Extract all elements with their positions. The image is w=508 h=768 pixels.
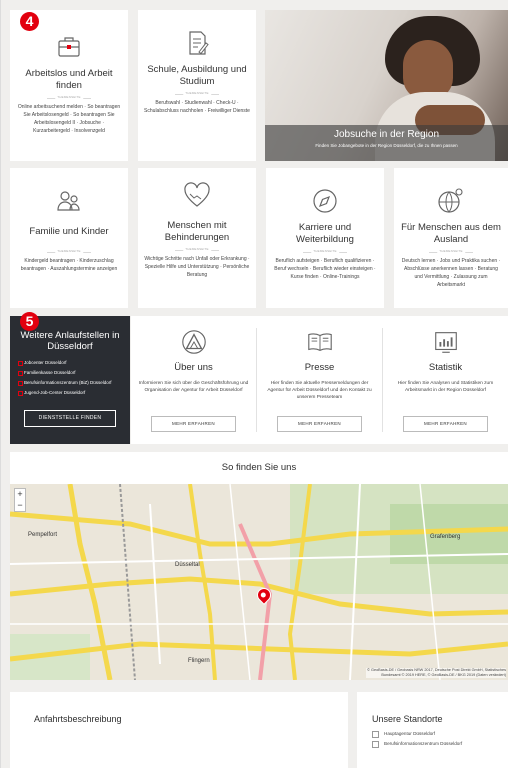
step-badge-5: 5 xyxy=(20,312,39,331)
card-links[interactable]: Berufswahl · Studienwahl · Check-U · Sch… xyxy=(144,99,250,115)
info-text: Informieren Sie sich über die Geschäftsf… xyxy=(138,381,249,393)
hero-caption: Jobsuche in der Region Finden Sie Jobang… xyxy=(265,125,508,161)
briefcase-icon xyxy=(58,37,80,57)
info-title: Über uns xyxy=(174,362,213,373)
card-links[interactable]: Online arbeitsuchend melden · So beantra… xyxy=(16,103,122,135)
card-karriere[interactable]: Karriere und Weiterbildung THEMENSEITE B… xyxy=(266,168,384,308)
info-text: Hier finden Sie aktuelle Pressemeldungen… xyxy=(267,381,372,400)
map-label-grafenberg: Grafenberg xyxy=(430,534,461,540)
hero-jobsuche[interactable]: Jobsuche in der Region Finden Sie Jobang… xyxy=(265,10,508,161)
document-edit-icon xyxy=(189,31,209,55)
anlaufstelle-link[interactable]: Jugend-Job-Center Düsseldorf xyxy=(18,390,122,396)
card-title: Schule, Ausbildung und Studium xyxy=(147,64,247,87)
map-attribution: © GeoBasis-DE / Geobasis NRW 2017, Deuts… xyxy=(366,668,506,678)
zoom-out-button[interactable]: − xyxy=(15,500,25,511)
card-ausland[interactable]: Für Menschen aus dem Ausland THEMENSEITE… xyxy=(394,168,508,308)
anlaufstelle-link[interactable]: Familienkasse Düsseldorf xyxy=(18,370,122,376)
info-text: Hier finden Sie Analysen und Statistiken… xyxy=(397,381,494,393)
divider: THEMENSEITE xyxy=(175,91,219,95)
info-row: Über uns Informieren Sie sich über die G… xyxy=(131,316,508,444)
card-familie[interactable]: Familie und Kinder THEMENSEITE Kindergel… xyxy=(10,168,128,308)
info-statistik: Statistik Hier finden Sie Analysen und S… xyxy=(383,316,508,444)
divider: THEMENSEITE xyxy=(175,247,219,251)
standorte-list: Hauptagentur Düsseldorf Berufsinformatio… xyxy=(372,731,508,748)
zoom-in-button[interactable]: + xyxy=(15,489,25,500)
hero-title: Jobsuche in der Region xyxy=(333,129,440,140)
anlaufstelle-link[interactable]: Berufsinformationszentrum (BiZ) Düsseldo… xyxy=(18,380,122,386)
divider: THEMENSEITE xyxy=(47,248,91,253)
card-schule[interactable]: Schule, Ausbildung und Studium THEMENSEI… xyxy=(138,10,256,161)
card-title: Arbeitslos und Arbeit finden xyxy=(25,68,113,91)
card-links[interactable]: Kindergeld beantragen · Kinderzuschlag b… xyxy=(16,257,122,273)
bar-chart-icon xyxy=(434,332,457,353)
divider: THEMENSEITE xyxy=(47,95,91,99)
step-badge-4: 4 xyxy=(20,12,39,31)
card-title: Für Menschen aus dem Ausland xyxy=(401,222,501,245)
card-links[interactable]: Deutsch lernen · Jobs und Praktika suche… xyxy=(400,257,502,289)
info-ueber-uns: Über uns Informieren Sie sich über die G… xyxy=(131,316,256,444)
card-links[interactable]: Wichtige Schritte nach Unfall oder Erkra… xyxy=(144,255,250,279)
divider: THEMENSEITE xyxy=(303,249,347,253)
hero-photo-face xyxy=(403,40,453,100)
card-title: Familie und Kinder xyxy=(29,226,109,237)
standorte-panel: Unsere Standorte Hauptagentur Düsseldorf… xyxy=(357,692,508,768)
hero-subtitle: Finden Sie Jobangebote in der Region Düs… xyxy=(315,143,458,148)
page-edge xyxy=(0,0,1,768)
map[interactable]: Pempelfort Düsseltal Grafenberg Flingern… xyxy=(10,484,508,680)
anfahrt-panel: Anfahrtsbeschreibung xyxy=(10,692,348,768)
dienststelle-finden-button[interactable]: DIENSTSTELLE FINDEN xyxy=(24,410,116,427)
map-label-duesseltal: Düsseltal xyxy=(175,562,200,568)
divider: THEMENSEITE xyxy=(429,249,473,253)
card-arbeitslos[interactable]: Arbeitslos und Arbeit finden THEMENSEITE… xyxy=(10,10,128,161)
compass-icon xyxy=(313,189,337,213)
zoom-control: + − xyxy=(14,488,26,512)
page: Arbeitslos und Arbeit finden THEMENSEITE… xyxy=(0,0,508,768)
logo-triangle-icon xyxy=(181,330,206,354)
standort-link[interactable]: Berufsinformationszentrum Düsseldorf xyxy=(372,741,508,748)
mehr-erfahren-button[interactable]: MEHR ERFAHREN xyxy=(403,416,488,432)
info-title: Presse xyxy=(304,362,335,373)
info-presse: Presse Hier finden Sie aktuelle Presseme… xyxy=(257,316,382,444)
anlaufstellen-panel: Weitere Anlaufstellen in Düsseldorf Jobc… xyxy=(10,316,130,444)
card-title: Karriere und Weiterbildung xyxy=(296,222,354,245)
card-behinderungen[interactable]: Menschen mit Behinderungen THEMENSEITE W… xyxy=(138,168,256,308)
card-links[interactable]: Beruflich aufsteigen · Beruflich qualifi… xyxy=(272,257,378,281)
anfahrt-title: Anfahrtsbeschreibung xyxy=(34,714,122,724)
mehr-erfahren-button[interactable]: MEHR ERFAHREN xyxy=(151,416,236,432)
card-title: Menschen mit Behinderungen xyxy=(164,220,230,243)
anlaufstelle-link[interactable]: Jobcenter Düsseldorf xyxy=(18,360,122,366)
map-canvas[interactable] xyxy=(10,484,508,680)
info-title: Statistik xyxy=(428,362,463,373)
globe-person-icon xyxy=(438,188,463,213)
family-icon xyxy=(57,191,80,211)
map-heading: So finden Sie uns xyxy=(10,452,508,484)
anlaufstellen-title: Weitere Anlaufstellen in Düsseldorf xyxy=(20,330,120,352)
mehr-erfahren-button[interactable]: MEHR ERFAHREN xyxy=(277,416,362,432)
open-book-icon xyxy=(307,333,332,352)
anlaufstellen-list: Jobcenter Düsseldorf Familienkasse Düsse… xyxy=(18,360,122,396)
map-label-flingern: Flingern xyxy=(188,658,210,664)
handshake-heart-icon xyxy=(184,182,210,207)
map-label-pempelfort: Pempelfort xyxy=(28,532,58,538)
standort-link[interactable]: Hauptagentur Düsseldorf xyxy=(372,731,508,738)
standorte-title: Unsere Standorte xyxy=(372,714,443,724)
